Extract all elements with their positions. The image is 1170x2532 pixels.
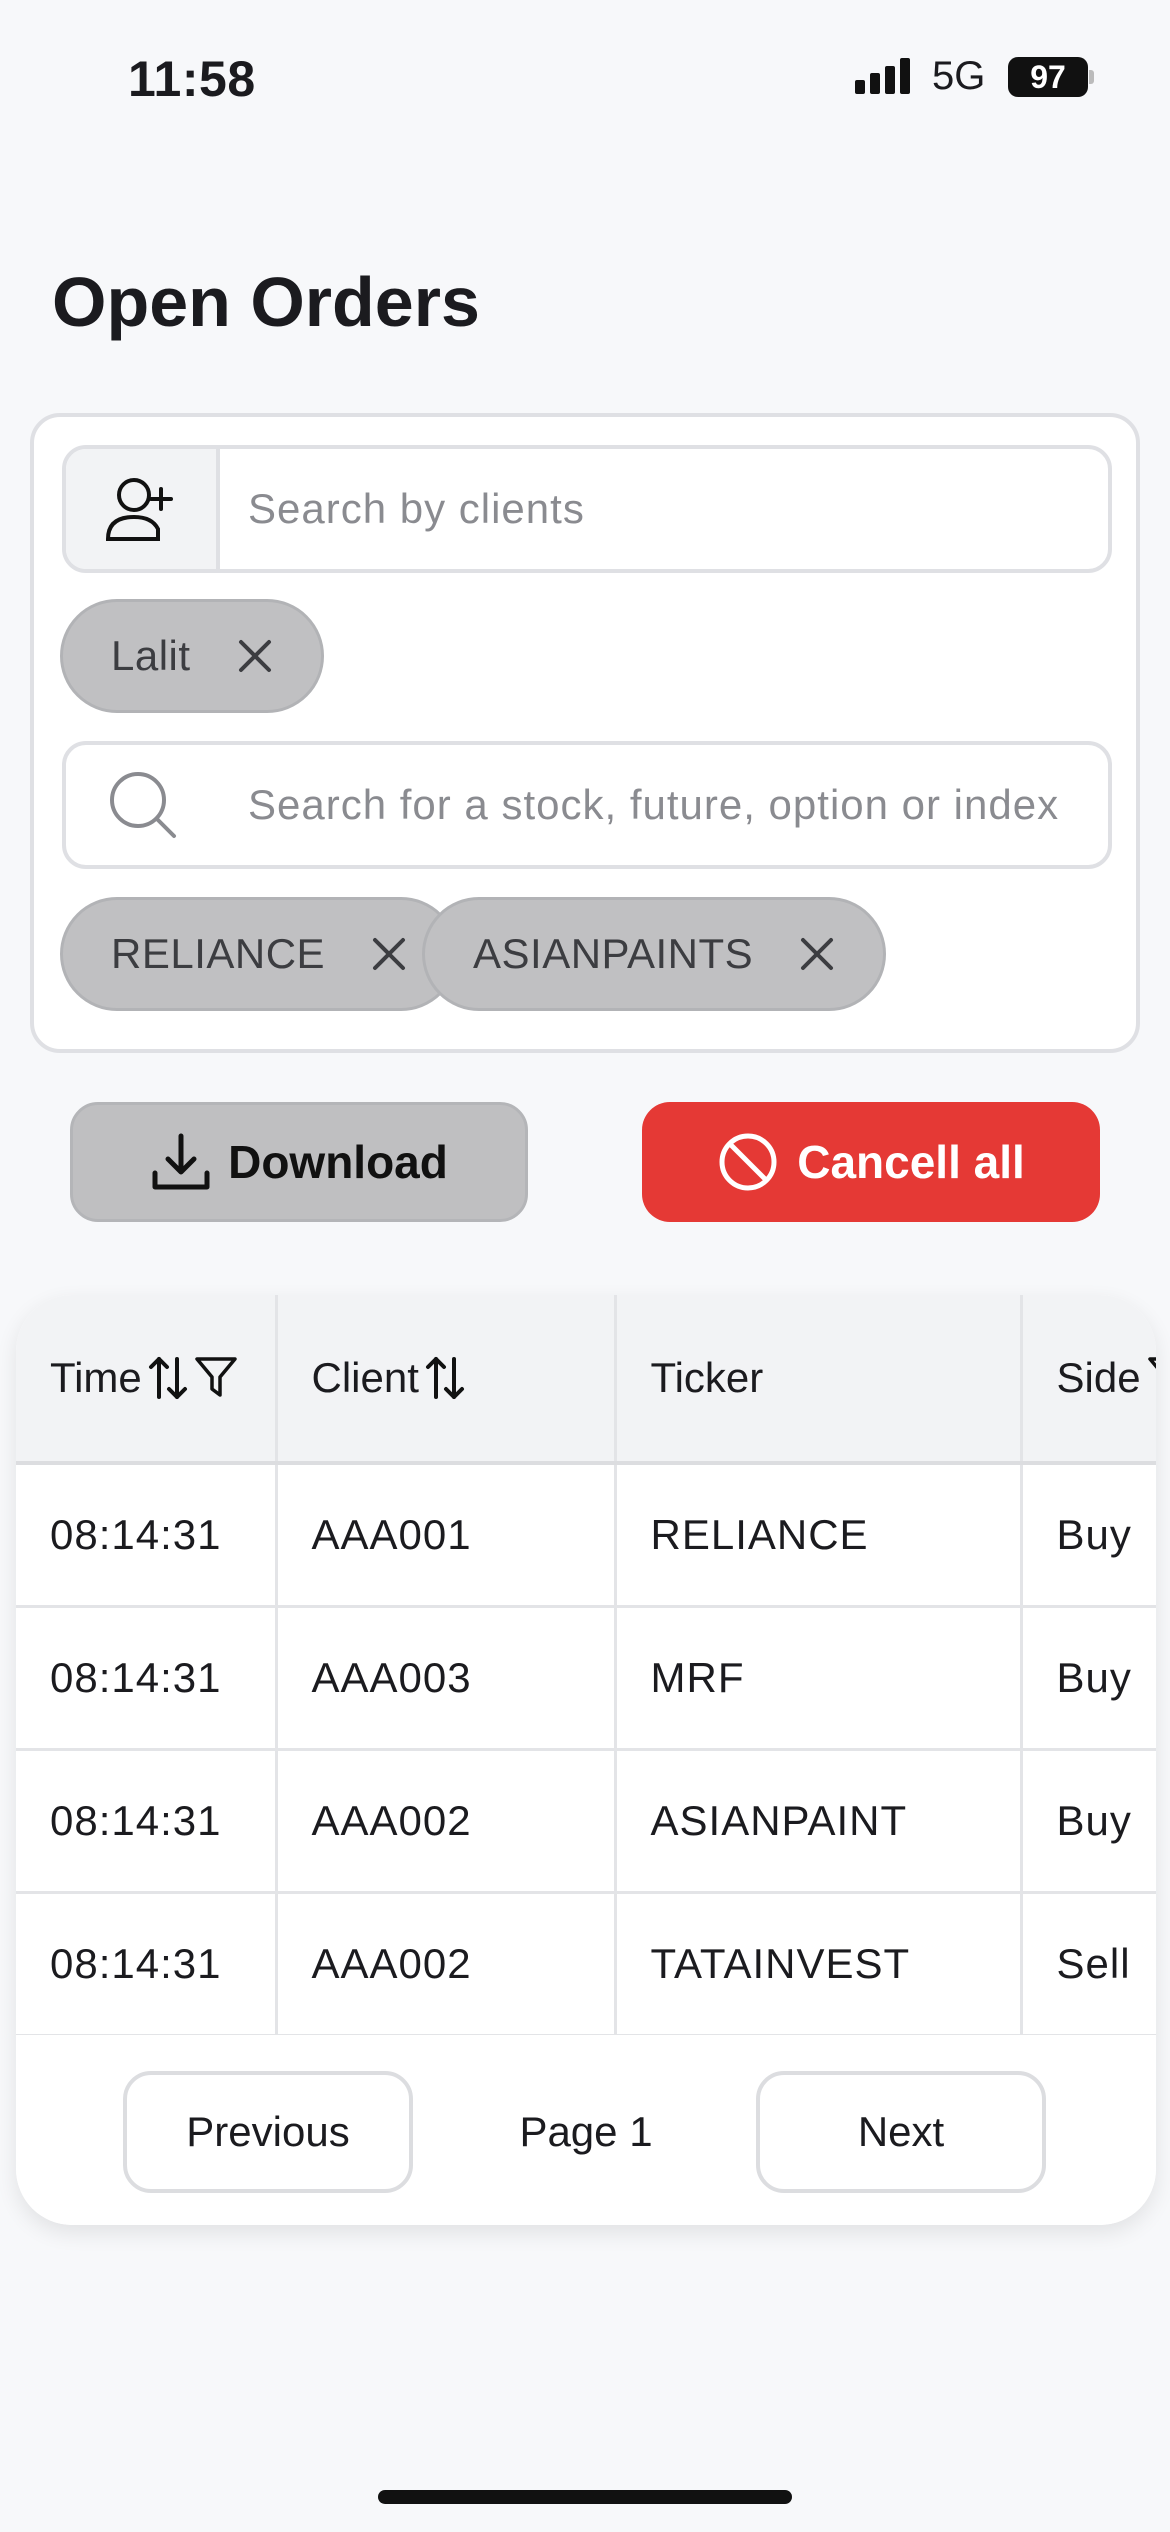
column-header-client-label: Client [311,1354,419,1401]
search-icon [66,745,220,865]
client-chip: Lalit [60,599,324,713]
download-icon [152,1133,210,1190]
battery-icon: 97 [1008,57,1088,97]
cell-side: Buy [1021,1463,1156,1608]
stock-search-input[interactable] [220,745,1108,865]
orders-table-viewport[interactable]: Time Client Ticker Side 08:14:31 AAA001 … [16,1295,1156,2035]
column-header-side: Side [1021,1295,1156,1465]
page-indicator: Page 1 [519,2108,653,2155]
column-header-side-label: Side [1056,1354,1141,1401]
status-time: 11:58 [128,51,256,107]
column-header-time: Time [16,1295,278,1465]
cancel-all-label: Cancell all [797,1136,1025,1188]
page-title: Open Orders [52,263,480,341]
sort-icon[interactable] [425,1355,465,1401]
table-header-row: Time Client Ticker Side [16,1295,1156,1465]
cell-time: 08:14:31 [16,1749,278,1894]
battery-tip [1089,70,1094,84]
cell-side: Buy [1021,1749,1156,1894]
table-row[interactable]: 08:14:31 AAA002 ASIANPAINT Buy [16,1749,1156,1894]
battery-level: 97 [1030,58,1066,95]
orders-table-card: Time Client Ticker Side 08:14:31 AAA001 … [16,1295,1156,2225]
cell-client: AAA001 [276,1463,617,1608]
network-type: 5G [932,54,986,98]
cell-ticker: TATAINVEST [615,1892,1023,2035]
cell-time: 08:14:31 [16,1606,278,1751]
column-header-ticker-label: Ticker [650,1354,764,1401]
home-indicator[interactable] [378,2490,792,2504]
filter-icon[interactable] [194,1355,238,1401]
stock-search-field [62,741,1112,869]
column-header-time-label: Time [50,1354,142,1401]
filter-icon[interactable] [1147,1355,1156,1401]
cancel-all-button[interactable]: Cancell all [642,1102,1100,1222]
column-header-ticker: Ticker [615,1295,1023,1465]
cell-time: 08:14:31 [16,1463,278,1608]
cell-client: AAA002 [276,1749,617,1894]
next-page-button[interactable]: Next [756,2071,1046,2193]
add-user-icon[interactable] [66,449,220,569]
cell-client: AAA003 [276,1606,617,1751]
client-search-input[interactable] [220,449,1108,569]
cell-client: AAA002 [276,1892,617,2035]
stock-chip: ASIANPAINTS [422,897,887,1011]
close-icon[interactable] [359,924,419,984]
signal-icon [855,58,910,94]
cell-ticker: ASIANPAINT [615,1749,1023,1894]
close-icon[interactable] [225,626,285,686]
pagination: Previous Page 1 Next [16,2035,1156,2225]
table-row[interactable]: 08:14:31 AAA003 MRF Buy [16,1606,1156,1751]
table-row[interactable]: 08:14:31 AAA002 TATAINVEST Sell [16,1892,1156,2035]
close-icon[interactable] [787,924,847,984]
column-header-client: Client [276,1295,617,1465]
cell-side: Buy [1021,1606,1156,1751]
ban-icon [719,1133,777,1191]
cell-time: 08:14:31 [16,1892,278,2035]
stock-chip: RELIANCE [60,897,459,1011]
filter-card: Lalit RELIANCE ASIANPAINTS [30,413,1140,1053]
cell-side: Sell [1021,1892,1156,2035]
stock-chip-label: RELIANCE [111,930,326,977]
orders-table: Time Client Ticker Side 08:14:31 AAA001 … [16,1295,1156,2035]
download-label: Download [228,1136,448,1188]
client-search-field [62,445,1112,573]
sort-icon[interactable] [148,1355,188,1401]
previous-page-button[interactable]: Previous [123,2071,413,2193]
stock-chip-label: ASIANPAINTS [473,930,754,977]
download-button[interactable]: Download [70,1102,528,1222]
cell-ticker: RELIANCE [615,1463,1023,1608]
client-chip-label: Lalit [111,632,191,679]
table-row[interactable]: 08:14:31 AAA001 RELIANCE Buy [16,1463,1156,1608]
cell-ticker: MRF [615,1606,1023,1751]
screen: 11:58 5G 97 Open Orders Lalit [0,0,1170,2532]
status-bar: 11:58 5G 97 [0,0,1170,150]
